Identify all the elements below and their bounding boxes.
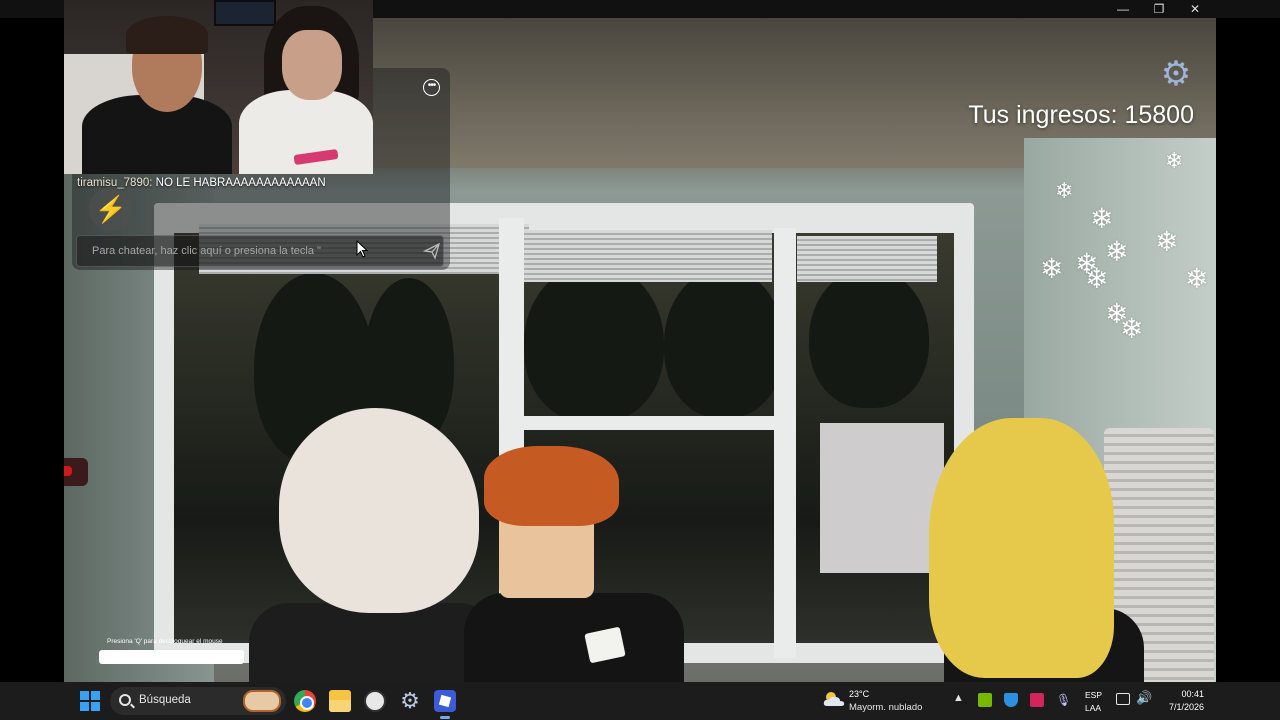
language-layout[interactable]: LAA bbox=[1085, 703, 1101, 713]
snowflake-icon: ❄ bbox=[1120, 313, 1144, 344]
tree bbox=[809, 268, 929, 408]
lightning-icon[interactable]: ⚡ bbox=[89, 187, 133, 231]
webcam-overlay bbox=[64, 0, 373, 174]
weather-cloud-icon[interactable] bbox=[822, 690, 846, 708]
settings-gear-icon[interactable]: ⚙ bbox=[399, 690, 421, 712]
avatar-white-hair bbox=[279, 408, 479, 613]
roblox-icon[interactable] bbox=[434, 690, 456, 712]
weather-desc: Mayorm. nublado bbox=[849, 702, 923, 713]
snowflake-icon: ❄ bbox=[1105, 236, 1129, 267]
window-blind bbox=[522, 230, 772, 282]
microphone-icon[interactable]: 🎙 bbox=[1056, 693, 1071, 707]
mouse-lock-hint: Presiona 'Q' para desbloquear el mouse bbox=[107, 638, 223, 645]
minimize-button[interactable]: — bbox=[1105, 0, 1141, 18]
obs-icon[interactable] bbox=[364, 690, 386, 712]
chat-input[interactable]: Para chatear, haz clic aquí o presiona l… bbox=[76, 235, 444, 267]
close-button[interactable]: ✕ bbox=[1177, 0, 1213, 18]
snowflake-icon: ❄ bbox=[1155, 226, 1179, 257]
chat-text: NO LE HABRAAAAAAAAAAAAN bbox=[152, 177, 326, 189]
snowflake-icon: ❄ bbox=[1185, 263, 1209, 294]
avatar-blonde-hair bbox=[929, 418, 1114, 678]
language-code[interactable]: ESP bbox=[1085, 690, 1102, 700]
webcam-person-head bbox=[282, 30, 342, 100]
search-highlight-art[interactable] bbox=[243, 690, 281, 712]
search-icon bbox=[119, 694, 131, 706]
wall-paper bbox=[820, 423, 944, 573]
tree bbox=[524, 263, 664, 423]
active-app-indicator bbox=[440, 716, 450, 719]
volume-icon[interactable]: 🔊 bbox=[1136, 690, 1152, 706]
clock-time[interactable]: 00:41 bbox=[1174, 689, 1204, 699]
screen: — ❐ ✕ ❄ ❄ ❄ ❄ ❄ ❄ ❄ ❄ ❄ ❄ ❄ ⚙ Tus ingres… bbox=[0, 0, 1280, 720]
avatar-body bbox=[464, 593, 684, 682]
window-blind bbox=[797, 236, 937, 282]
snowflake-icon: ❄ bbox=[1165, 148, 1184, 173]
chat-input-placeholder: Para chatear, haz clic aquí o presiona l… bbox=[92, 245, 321, 257]
mouse-cursor-icon bbox=[356, 240, 368, 258]
window-transom bbox=[504, 416, 794, 430]
avatar-orange-hair bbox=[484, 446, 619, 526]
tray-app-icon[interactable] bbox=[1030, 693, 1044, 707]
snowflake-icon: ❄ bbox=[1085, 263, 1109, 294]
avatar-body bbox=[249, 603, 499, 682]
windows-start-icon[interactable] bbox=[80, 691, 100, 711]
network-icon[interactable] bbox=[1116, 693, 1130, 705]
search-label: Búsqueda bbox=[139, 694, 191, 706]
mouse-lock-bar bbox=[99, 650, 244, 664]
earnings-label: Tus ingresos: 15800 bbox=[968, 101, 1194, 129]
weather-temp: 23°C bbox=[849, 689, 870, 699]
webcam-monitor bbox=[214, 0, 276, 26]
nvidia-icon[interactable] bbox=[978, 693, 992, 707]
chevron-up-icon[interactable]: ▲ bbox=[953, 692, 964, 704]
restore-button[interactable]: ❐ bbox=[1141, 0, 1177, 18]
snowflake-icon: ❄ bbox=[1090, 203, 1114, 234]
record-indicator-icon bbox=[64, 466, 72, 476]
send-icon[interactable] bbox=[423, 242, 441, 260]
ellipsis-icon[interactable]: ••• bbox=[423, 79, 440, 96]
webcam-person-hair bbox=[126, 16, 208, 54]
window-mullion bbox=[774, 228, 796, 658]
tree bbox=[664, 268, 784, 418]
snowflake-icon: ❄ bbox=[1040, 253, 1064, 284]
chrome-icon[interactable] bbox=[294, 690, 316, 712]
snowflake-icon: ❄ bbox=[1055, 178, 1074, 203]
shield-icon[interactable] bbox=[1004, 693, 1018, 707]
clock-date[interactable]: 7/1/2026 bbox=[1160, 702, 1204, 712]
gear-icon[interactable]: ⚙ bbox=[1158, 56, 1194, 92]
file-explorer-icon[interactable] bbox=[329, 690, 351, 712]
